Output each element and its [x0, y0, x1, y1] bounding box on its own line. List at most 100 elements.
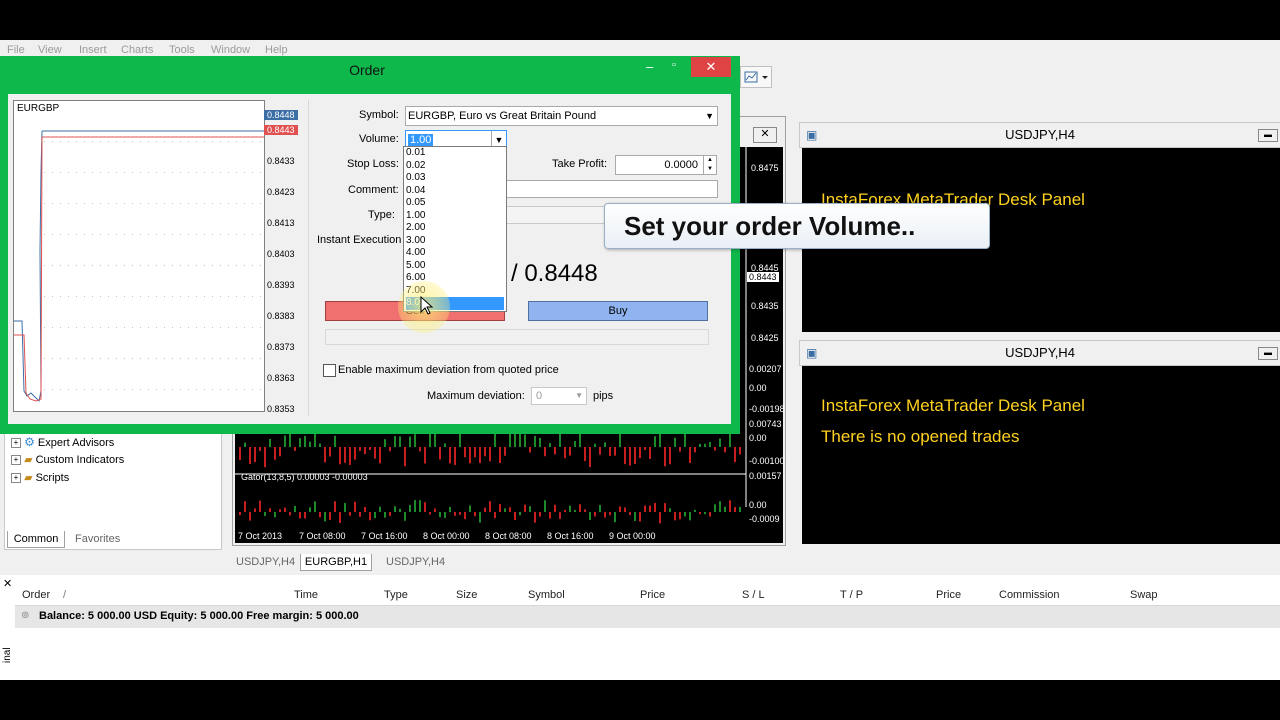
volume-label: Volume: — [359, 133, 399, 145]
current-price-label: 0.8443 — [747, 272, 779, 282]
time-label: 8 Oct 00:00 — [423, 531, 470, 541]
grid-dot — [68, 296, 69, 297]
comment-input[interactable] — [505, 180, 718, 198]
grid-dot — [236, 141, 237, 142]
chevron-down-icon: ▼ — [705, 111, 714, 121]
balance-text: Balance: 5 000.00 USD Equity: 5 000.00 F… — [39, 610, 359, 622]
max-deviation-select[interactable]: 0 ▼ — [531, 387, 587, 405]
close-button[interactable]: ✕ — [691, 57, 731, 77]
column-sl[interactable]: S / L — [742, 589, 765, 601]
expand-icon[interactable]: + — [11, 438, 21, 449]
grid-dot — [228, 358, 229, 359]
gator-bar — [469, 505, 471, 512]
column-commission[interactable]: Commission — [999, 589, 1060, 601]
chart-tab[interactable]: USDJPY,H4 — [236, 556, 295, 568]
expand-icon[interactable]: + — [11, 455, 21, 466]
column-tp[interactable]: T / P — [840, 589, 863, 601]
grid-dot — [108, 265, 109, 266]
grid-dot — [220, 389, 221, 390]
time-label: 7 Oct 16:00 — [361, 531, 408, 541]
chart-template-icon — [744, 71, 768, 83]
order-form: Symbol: EURGBP, Euro vs Great Britain Po… — [308, 100, 724, 416]
symbol-select[interactable]: EURGBP, Euro vs Great Britain Pound ▼ — [405, 106, 718, 126]
sort-indicator: / — [63, 589, 67, 601]
grid-dot — [100, 203, 101, 204]
menu-window[interactable]: Window — [211, 44, 250, 56]
volume-option[interactable]: 2.00 — [406, 222, 504, 235]
chart-tab-bar: USDJPY,H4 EURGBP,H1 USDJPY,H4 — [226, 554, 786, 572]
column-price-current[interactable]: Price — [936, 589, 961, 601]
close-icon[interactable]: ✕ — [3, 577, 12, 590]
take-profit-label: Take Profit: — [552, 158, 608, 170]
mini-chart: EURGBP — [13, 100, 265, 412]
grid-dot — [204, 358, 205, 359]
volume-option[interactable]: 5.00 — [406, 260, 504, 273]
navigator-item[interactable]: + ⚙ Expert Advisors — [11, 435, 114, 449]
histogram-bar — [254, 447, 256, 463]
volume-option[interactable]: 0.03 — [406, 172, 504, 185]
column-price[interactable]: Price — [640, 589, 665, 601]
type-label: Type: — [368, 209, 395, 221]
grid-dot — [236, 172, 237, 173]
chart-tab[interactable]: USDJPY,H4 — [386, 556, 445, 568]
volume-option[interactable]: 1.00 — [406, 210, 504, 223]
grid-dot — [108, 327, 109, 328]
minimize-icon[interactable]: – — [646, 59, 653, 74]
column-type[interactable]: Type — [384, 589, 408, 601]
grid-dot — [100, 172, 101, 173]
expand-icon[interactable]: + — [11, 473, 21, 484]
indicator-label: 0.00 — [749, 500, 767, 510]
column-symbol[interactable]: Symbol — [528, 589, 565, 601]
grid-dot — [172, 358, 173, 359]
grid-dot — [52, 234, 53, 235]
volume-option[interactable]: 3.00 — [406, 235, 504, 248]
grid-dot — [148, 141, 149, 142]
menu-view[interactable]: View — [38, 44, 62, 56]
grid-dot — [188, 265, 189, 266]
volume-option[interactable]: 4.00 — [406, 247, 504, 260]
navigator-item[interactable]: + ▰ Custom Indicators — [11, 453, 124, 466]
histogram-bar — [519, 433, 521, 447]
tab-favorites[interactable]: Favorites — [75, 533, 120, 545]
volume-option[interactable]: 0.04 — [406, 185, 504, 198]
column-order[interactable]: Order — [22, 589, 50, 601]
grid-dot — [84, 265, 85, 266]
menu-file[interactable]: File — [7, 44, 25, 56]
menu-tools[interactable]: Tools — [169, 44, 195, 56]
grid-dot — [228, 327, 229, 328]
histogram-bar — [709, 441, 711, 447]
grid-dot — [204, 296, 205, 297]
grid-dot — [244, 358, 245, 359]
tab-common[interactable]: Common — [7, 531, 65, 548]
buy-button[interactable]: Buy — [528, 301, 708, 321]
volume-option[interactable]: 0.02 — [406, 160, 504, 173]
menu-insert[interactable]: Insert — [79, 44, 107, 56]
terminal-panel: ✕ inal Order / Time Type Size Symbol Pri… — [0, 575, 1280, 680]
volume-option[interactable]: 0.05 — [406, 197, 504, 210]
chart-template-button[interactable] — [740, 66, 772, 88]
gator-bar — [509, 507, 511, 512]
menu-charts[interactable]: Charts — [121, 44, 153, 56]
menu-help[interactable]: Help — [265, 44, 288, 56]
minimize-icon[interactable]: ▬ — [1258, 129, 1278, 142]
column-swap[interactable]: Swap — [1130, 589, 1158, 601]
grid-dot — [60, 172, 61, 173]
gator-bar — [349, 512, 351, 516]
navigator-item[interactable]: + ▰ Scripts — [11, 471, 69, 484]
maximize-icon[interactable]: ▫ — [672, 59, 676, 71]
deviation-checkbox[interactable] — [323, 364, 336, 377]
take-profit-input[interactable]: 0.0000 ▲ ▼ — [615, 155, 717, 175]
grid-dot — [84, 141, 85, 142]
grid-dot — [212, 172, 213, 173]
histogram-bar — [394, 436, 396, 447]
close-icon[interactable]: ✕ — [753, 127, 777, 143]
volume-option[interactable]: 0.01 — [406, 147, 504, 160]
chart-tab-active[interactable]: EURGBP,H1 — [300, 554, 372, 571]
column-size[interactable]: Size — [456, 589, 477, 601]
histogram-bar — [669, 447, 671, 465]
spinner-icon[interactable]: ▲ ▼ — [703, 156, 716, 174]
minimize-icon[interactable]: ▬ — [1258, 347, 1278, 360]
grid-dot — [100, 234, 101, 235]
column-time[interactable]: Time — [294, 589, 318, 601]
balance-row[interactable]: ⊚ Balance: 5 000.00 USD Equity: 5 000.00… — [15, 606, 1280, 628]
